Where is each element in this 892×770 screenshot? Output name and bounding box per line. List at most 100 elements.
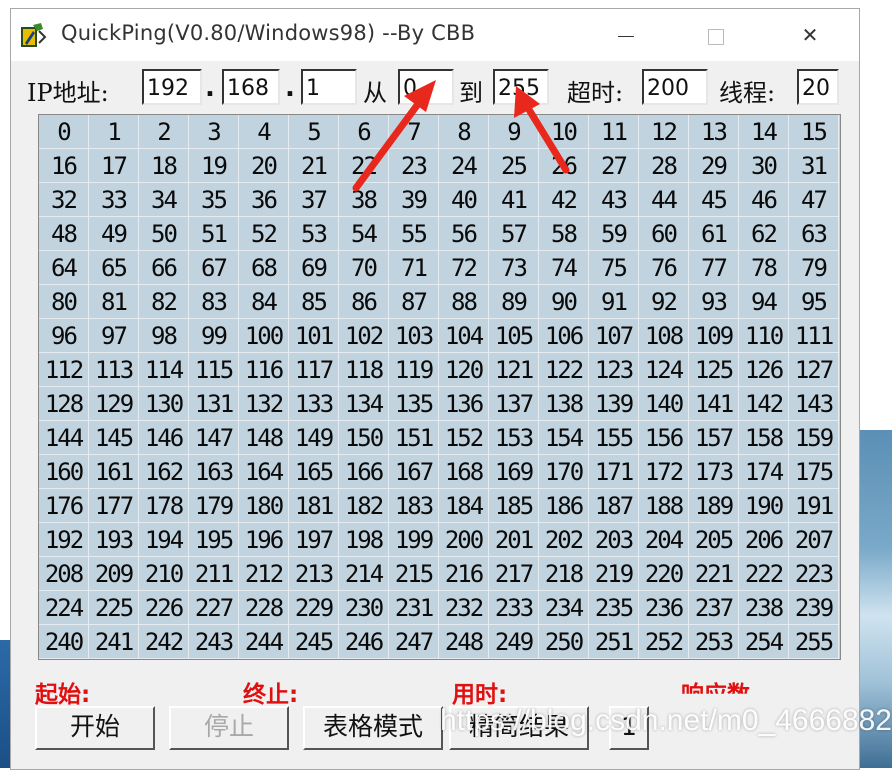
ip-cell[interactable]: 32 [39,183,89,217]
range-from-input[interactable]: 0 [398,69,454,105]
ip-cell[interactable]: 43 [589,183,639,217]
ip-cell[interactable]: 91 [589,285,639,319]
ip-cell[interactable]: 164 [239,455,289,489]
ip-cell[interactable]: 225 [89,591,139,625]
ip-cell[interactable]: 120 [439,353,489,387]
table-mode-button[interactable]: 表格模式 [303,706,443,750]
ip-cell[interactable]: 250 [539,625,589,659]
ip-cell[interactable]: 165 [289,455,339,489]
ip-cell[interactable]: 76 [639,251,689,285]
minimize-button[interactable] [603,17,649,53]
ip-cell[interactable]: 54 [339,217,389,251]
title-bar[interactable]: QuickPing(V0.80/Windows98) --By CBB ✕ [11,9,859,61]
ip-cell[interactable]: 147 [189,421,239,455]
ip-cell[interactable]: 193 [89,523,139,557]
ip-cell[interactable]: 8 [439,115,489,149]
ip-cell[interactable]: 136 [439,387,489,421]
ip-cell[interactable]: 195 [189,523,239,557]
ip-cell[interactable]: 121 [489,353,539,387]
ip-cell[interactable]: 111 [789,319,839,353]
ip-cell[interactable]: 244 [239,625,289,659]
ip-cell[interactable]: 66 [139,251,189,285]
ip-cell[interactable]: 25 [489,149,539,183]
ip-cell[interactable]: 180 [239,489,289,523]
ip-cell[interactable]: 227 [189,591,239,625]
ip-cell[interactable]: 99 [189,319,239,353]
ip-cell[interactable]: 209 [89,557,139,591]
ip-cell[interactable]: 134 [339,387,389,421]
ip-cell[interactable]: 47 [789,183,839,217]
ip-cell[interactable]: 12 [639,115,689,149]
ip-cell[interactable]: 177 [89,489,139,523]
ip-cell[interactable]: 38 [339,183,389,217]
ip-cell[interactable]: 210 [139,557,189,591]
ip-cell[interactable]: 192 [39,523,89,557]
ip-cell[interactable]: 31 [789,149,839,183]
ip-cell[interactable]: 158 [739,421,789,455]
ip-cell[interactable]: 30 [739,149,789,183]
ip-cell[interactable]: 6 [339,115,389,149]
ip-cell[interactable]: 222 [739,557,789,591]
ip-cell[interactable]: 135 [389,387,439,421]
ip-cell[interactable]: 194 [139,523,189,557]
ip-cell[interactable]: 71 [389,251,439,285]
ip-cell[interactable]: 35 [189,183,239,217]
ip-cell[interactable]: 155 [589,421,639,455]
ip-cell[interactable]: 104 [439,319,489,353]
ip-cell[interactable]: 55 [389,217,439,251]
ip-cell[interactable]: 118 [339,353,389,387]
ip-cell[interactable]: 211 [189,557,239,591]
ip-cell[interactable]: 53 [289,217,339,251]
ip-cell[interactable]: 24 [439,149,489,183]
ip-cell[interactable]: 0 [39,115,89,149]
ip-cell[interactable]: 174 [739,455,789,489]
ip-cell[interactable]: 27 [589,149,639,183]
ip-cell[interactable]: 108 [639,319,689,353]
ip-cell[interactable]: 139 [589,387,639,421]
threads-input[interactable]: 20 [797,69,839,105]
ip-cell[interactable]: 146 [139,421,189,455]
ip-cell[interactable]: 212 [239,557,289,591]
ip-cell[interactable]: 153 [489,421,539,455]
ip-cell[interactable]: 181 [289,489,339,523]
ip-cell[interactable]: 56 [439,217,489,251]
ip-cell[interactable]: 34 [139,183,189,217]
ip-cell[interactable]: 88 [439,285,489,319]
ip-cell[interactable]: 2 [139,115,189,149]
ip-cell[interactable]: 21 [289,149,339,183]
ip-cell[interactable]: 50 [139,217,189,251]
ip-cell[interactable]: 37 [289,183,339,217]
ip-cell[interactable]: 176 [39,489,89,523]
ip-cell[interactable]: 159 [789,421,839,455]
ip-cell[interactable]: 41 [489,183,539,217]
ip-cell[interactable]: 82 [139,285,189,319]
ip-cell[interactable]: 79 [789,251,839,285]
ip-cell[interactable]: 51 [189,217,239,251]
ip-cell[interactable]: 45 [689,183,739,217]
ip-cell[interactable]: 154 [539,421,589,455]
ip-cell[interactable]: 247 [389,625,439,659]
ip-cell[interactable]: 89 [489,285,539,319]
ip-cell[interactable]: 249 [489,625,539,659]
ip-cell[interactable]: 169 [489,455,539,489]
ip-cell[interactable]: 103 [389,319,439,353]
ip-cell[interactable]: 92 [639,285,689,319]
ip-cell[interactable]: 167 [389,455,439,489]
ip-cell[interactable]: 206 [739,523,789,557]
ip-cell[interactable]: 94 [739,285,789,319]
ip-cell[interactable]: 208 [39,557,89,591]
ip-cell[interactable]: 15 [789,115,839,149]
ip-cell[interactable]: 10 [539,115,589,149]
ip-cell[interactable]: 39 [389,183,439,217]
close-button[interactable]: ✕ [787,17,833,53]
ip-cell[interactable]: 129 [89,387,139,421]
ip-cell[interactable]: 203 [589,523,639,557]
ip-cell[interactable]: 215 [389,557,439,591]
ip-cell[interactable]: 237 [689,591,739,625]
ip-cell[interactable]: 59 [589,217,639,251]
ip-cell[interactable]: 9 [489,115,539,149]
ip-cell[interactable]: 183 [389,489,439,523]
ip-octet-3-input[interactable]: 1 [301,69,357,105]
ip-cell[interactable]: 74 [539,251,589,285]
ip-cell[interactable]: 226 [139,591,189,625]
